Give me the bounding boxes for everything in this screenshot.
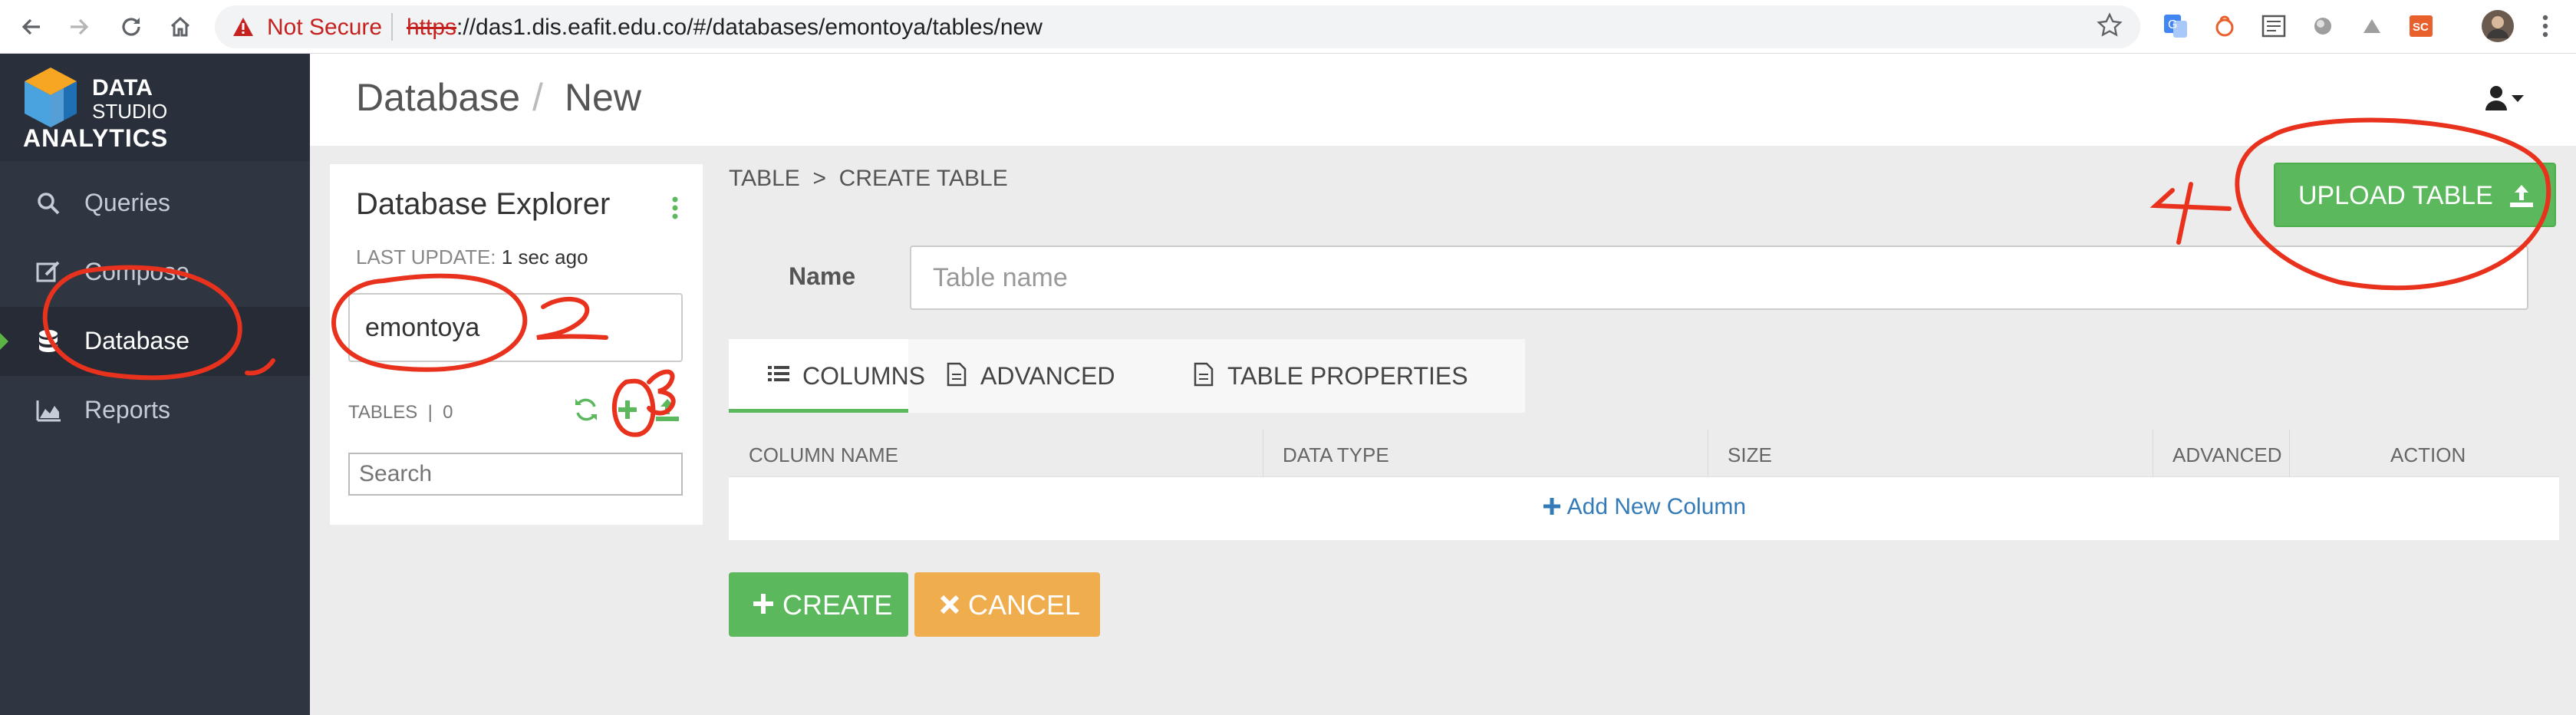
columns-table: COLUMN NAME DATA TYPE SIZE ADVANCED ACTI… xyxy=(729,430,2559,540)
close-icon xyxy=(940,595,960,615)
column-divider xyxy=(2289,430,2290,477)
sidebar-item-label: Queries xyxy=(84,189,171,216)
tab-label: COLUMNS xyxy=(802,362,926,390)
column-header: SIZE xyxy=(1728,443,1772,466)
cloud-extension-icon[interactable] xyxy=(2358,12,2386,40)
refresh-icon[interactable] xyxy=(572,396,600,423)
sidebar-item-label: Reports xyxy=(84,396,171,423)
database-icon xyxy=(35,328,61,354)
home-button[interactable] xyxy=(164,11,196,43)
list-icon xyxy=(767,362,790,391)
lock-extension-icon[interactable] xyxy=(2211,12,2238,40)
upload-icon xyxy=(2508,183,2535,216)
logo[interactable]: DATA STUDIO ANALYTICS xyxy=(0,54,310,161)
last-update-value: 1 sec ago xyxy=(501,245,588,269)
profile-avatar[interactable] xyxy=(2481,9,2515,43)
explorer-title: Database Explorer xyxy=(356,187,611,221)
translate-extension-icon[interactable]: G xyxy=(2162,12,2189,40)
logo-line3: ANALYTICS xyxy=(23,124,169,152)
upload-table-label: UPLOAD TABLE xyxy=(2298,181,2493,210)
explorer-menu-icon[interactable] xyxy=(672,196,678,219)
sidebar-item-label: Compose xyxy=(84,258,189,285)
bookmark-star-icon[interactable] xyxy=(2096,12,2123,43)
tables-label: TABLES xyxy=(348,402,418,423)
file-icon xyxy=(1194,362,1214,393)
add-table-icon[interactable] xyxy=(614,396,641,423)
edit-icon xyxy=(35,259,61,285)
create-button[interactable]: CREATE xyxy=(729,572,908,637)
table-name-input[interactable] xyxy=(910,245,2528,310)
breadcrumb-section[interactable]: Database xyxy=(356,76,520,119)
add-new-column-link[interactable]: Add New Column xyxy=(729,494,2559,520)
name-label: Name xyxy=(789,262,856,290)
tab-label: TABLE PROPERTIES xyxy=(1227,362,1468,390)
tables-search-input[interactable] xyxy=(348,453,683,496)
tables-count: TABLES | 0 xyxy=(348,402,453,423)
column-header: ADVANCED xyxy=(2172,443,2282,466)
logo-line1: DATA xyxy=(92,75,153,100)
url-path: ://das1.dis.eafit.edu.co/#/databases/emo… xyxy=(456,15,1043,40)
cancel-label: CANCEL xyxy=(968,589,1081,621)
file-icon xyxy=(947,362,967,393)
table-body: Add New Column xyxy=(729,477,2559,540)
create-label: CREATE xyxy=(782,589,893,621)
browser-toolbar: Not Secure https://das1.dis.eafit.edu.co… xyxy=(0,0,2576,54)
column-header: COLUMN NAME xyxy=(749,443,899,466)
area-chart-icon xyxy=(35,397,61,423)
security-label[interactable]: Not Secure xyxy=(267,15,382,41)
sidebar-item-reports[interactable]: Reports xyxy=(0,376,310,445)
sidebar-item-database[interactable]: Database xyxy=(0,307,310,376)
svg-text:SC: SC xyxy=(2413,21,2429,34)
sidebar: DATA STUDIO ANALYTICS Queries Compose Da… xyxy=(0,54,310,715)
tables-count-value: 0 xyxy=(443,402,453,423)
user-menu[interactable] xyxy=(2485,84,2525,116)
sidebar-item-compose[interactable]: Compose xyxy=(0,238,310,307)
page-header: Database / New xyxy=(310,54,2576,146)
forward-button[interactable] xyxy=(63,11,95,43)
database-explorer-panel: Database Explorer LAST UPDATE: 1 sec ago… xyxy=(330,164,703,525)
search-icon xyxy=(35,190,61,216)
back-button[interactable] xyxy=(15,11,48,43)
plus-icon xyxy=(753,594,773,614)
url-scheme: https xyxy=(407,15,457,40)
reader-extension-icon[interactable] xyxy=(2260,12,2288,40)
sidebar-item-queries[interactable]: Queries xyxy=(0,169,310,238)
circle-extension-icon[interactable] xyxy=(2309,12,2337,40)
tab-table-properties[interactable]: TABLE PROPERTIES xyxy=(1141,339,1525,413)
tab-bar: COLUMNS ADVANCED TABLE PROPERTIES xyxy=(729,339,1525,413)
logo-line2: STUDIO xyxy=(92,100,168,123)
page-title: New xyxy=(564,76,641,119)
upload-icon[interactable] xyxy=(654,396,681,423)
address-bar[interactable]: Not Secure https://das1.dis.eafit.edu.co… xyxy=(215,5,2140,48)
menu-kebab-icon[interactable] xyxy=(2532,12,2559,40)
column-header: ACTION xyxy=(2390,443,2466,466)
reload-button[interactable] xyxy=(115,11,147,43)
upload-table-button[interactable]: UPLOAD TABLE xyxy=(2274,163,2556,227)
warning-icon xyxy=(232,16,255,41)
last-update-label: LAST UPDATE: xyxy=(356,245,496,269)
plus-icon xyxy=(1543,498,1560,515)
breadcrumb: Database / New xyxy=(356,75,641,120)
column-header: DATA TYPE xyxy=(1283,443,1389,466)
table-breadcrumb: TABLE > CREATE TABLE xyxy=(729,166,1008,191)
breadcrumb-separator: / xyxy=(532,76,543,119)
user-icon xyxy=(2485,86,2524,110)
cancel-button[interactable]: CANCEL xyxy=(914,572,1100,637)
table-header: COLUMN NAME DATA TYPE SIZE ADVANCED ACTI… xyxy=(729,430,2559,477)
cube-logo-icon xyxy=(25,68,77,127)
tab-advanced[interactable]: ADVANCED xyxy=(908,339,1141,413)
url-separator xyxy=(391,13,393,41)
sc-extension-icon[interactable]: SC xyxy=(2407,12,2435,40)
url-text[interactable]: https://das1.dis.eafit.edu.co/#/database… xyxy=(407,15,1043,41)
svg-text:G: G xyxy=(2168,18,2177,31)
active-marker xyxy=(0,333,8,350)
last-update: LAST UPDATE: 1 sec ago xyxy=(356,245,588,269)
sidebar-item-label: Database xyxy=(84,327,189,354)
database-name-input[interactable] xyxy=(348,293,683,362)
add-new-column-label: Add New Column xyxy=(1566,494,1747,519)
tab-label: ADVANCED xyxy=(980,362,1115,390)
tab-columns[interactable]: COLUMNS xyxy=(729,339,925,413)
